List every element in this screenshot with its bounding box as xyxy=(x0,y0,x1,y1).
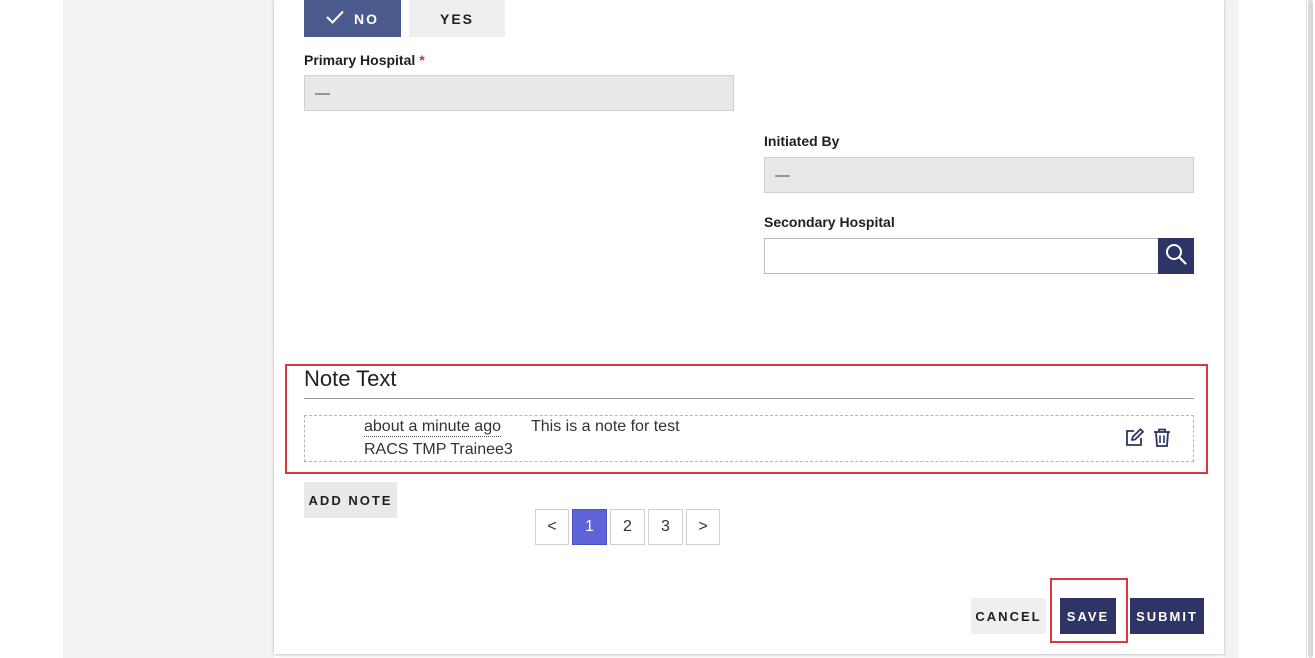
primary-hospital-value: — xyxy=(315,84,330,102)
pagination-page-3[interactable]: 3 xyxy=(648,509,683,545)
pagination-next-button[interactable]: > xyxy=(686,509,720,545)
toggle-yes-label: YES xyxy=(439,10,474,27)
required-mark: * xyxy=(419,52,425,68)
search-icon xyxy=(1165,243,1187,270)
edit-note-button[interactable] xyxy=(1125,428,1145,452)
note-timestamp: about a minute ago xyxy=(364,418,501,437)
edit-icon xyxy=(1125,428,1145,451)
notes-title: Note Text xyxy=(304,366,397,391)
pagination-page-2[interactable]: 2 xyxy=(610,509,645,545)
initiated-by-value: — xyxy=(775,166,790,184)
toggle-no-button[interactable]: NO xyxy=(304,0,401,37)
trash-icon xyxy=(1153,428,1171,451)
checkmark-icon xyxy=(326,10,344,27)
notes-divider xyxy=(304,398,1194,399)
initiated-by-label: Initiated By xyxy=(764,133,840,149)
page-gutter-left xyxy=(63,0,274,658)
pagination-page-1[interactable]: 1 xyxy=(572,509,607,545)
initiated-by-field: — xyxy=(764,157,1194,193)
submit-button[interactable]: SUBMIT xyxy=(1130,598,1204,634)
secondary-hospital-label: Secondary Hospital xyxy=(764,214,895,230)
note-text: This is a note for test xyxy=(531,418,680,435)
toggle-no-label: NO xyxy=(354,10,379,27)
delete-note-button[interactable] xyxy=(1153,428,1171,452)
secondary-hospital-input[interactable] xyxy=(764,238,1159,274)
note-author: RACS TMP Trainee3 xyxy=(364,441,513,458)
save-button[interactable]: SAVE xyxy=(1060,598,1116,634)
pagination-prev-button[interactable]: < xyxy=(535,509,569,545)
cancel-button[interactable]: CANCEL xyxy=(971,598,1046,634)
primary-hospital-field: — xyxy=(304,75,734,111)
add-note-button[interactable]: ADD NOTE xyxy=(304,482,397,518)
primary-hospital-label: Primary Hospital * xyxy=(304,52,425,68)
page-gutter-right xyxy=(1224,0,1239,658)
secondary-hospital-search-button[interactable] xyxy=(1158,238,1194,274)
toggle-yes-button[interactable]: YES xyxy=(409,0,505,37)
scrollbar-thumb[interactable] xyxy=(1308,0,1313,658)
